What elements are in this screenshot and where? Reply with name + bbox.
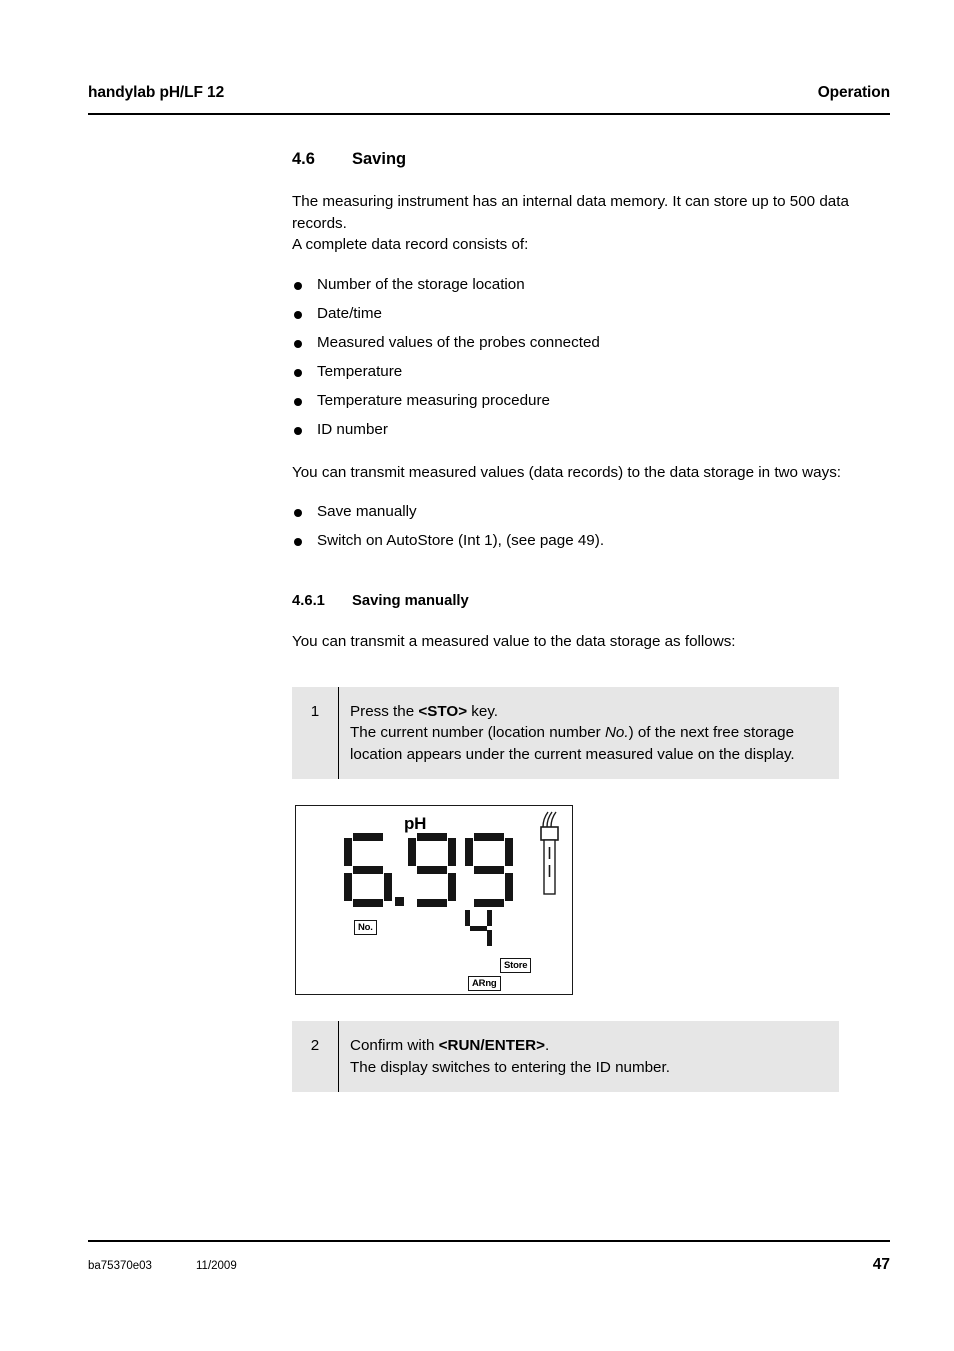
section-intro-paragraph: The measuring instrument has an internal… xyxy=(292,193,849,253)
list-item: Temperature xyxy=(292,361,892,383)
list-item: Save manually xyxy=(292,501,892,523)
section-number: 4.6 xyxy=(292,150,315,168)
lcd-digit-small xyxy=(465,907,492,949)
page-footer: ba75370e03 11/2009 47 xyxy=(88,1256,890,1274)
lcd-badge-arng: ARng xyxy=(468,976,501,991)
header-title-right: Operation xyxy=(817,84,890,101)
page-number: 47 xyxy=(872,1256,890,1273)
step1-line1-post: key. xyxy=(467,702,499,720)
lcd-badge-store: Store xyxy=(500,958,532,973)
list-item: Switch on AutoStore (Int 1), (see page 4… xyxy=(292,530,892,552)
list-item: Number of the storage location xyxy=(292,274,892,296)
step1-key-sto: <STO> xyxy=(418,702,468,720)
step-number: 2 xyxy=(310,1037,320,1054)
section-heading: 4.6 Saving xyxy=(292,150,892,169)
section-title: Saving xyxy=(352,150,407,168)
lcd-decimal-point xyxy=(395,897,404,906)
subsection-number: 4.6.1 xyxy=(292,593,325,609)
header-title-left: handylab pH/LF 12 xyxy=(88,84,225,101)
document-id: ba75370e03 xyxy=(88,1260,152,1272)
ph-electrode-icon xyxy=(534,811,568,904)
footer-divider xyxy=(88,1240,890,1242)
list-item: Date/time xyxy=(292,303,892,325)
lcd-digit xyxy=(344,833,392,907)
lcd-display-figure: pH No. Store ARng xyxy=(295,805,573,995)
subsection-title: Saving manually xyxy=(352,593,469,609)
step2-line2: The display switches to entering the ID … xyxy=(350,1058,670,1076)
list-item: ID number xyxy=(292,419,892,441)
step1-no-italic: No. xyxy=(604,724,629,741)
lcd-digit xyxy=(408,833,456,907)
step1-line2-pre: The current number (location number xyxy=(350,724,605,741)
header-divider xyxy=(88,113,890,115)
lcd-unit-label: pH xyxy=(404,814,427,833)
document-page: handylab pH/LF 12 Operation 4.6 Saving T… xyxy=(0,0,954,1351)
subsection-intro-paragraph: You can transmit a measured value to the… xyxy=(292,633,736,650)
page-header: handylab pH/LF 12 Operation xyxy=(88,84,890,102)
step2-line1-post: . xyxy=(544,1037,550,1054)
transmit-paragraph: You can transmit measured values (data r… xyxy=(292,463,842,481)
lcd-measured-value xyxy=(344,833,522,907)
step-row-2: 2 Confirm with <RUN/ENTER>. The display … xyxy=(292,1021,839,1092)
document-date: 11/2009 xyxy=(196,1260,237,1272)
step-text: Press the <STO> key. The current number … xyxy=(338,686,839,779)
step-row-1: 1 Press the <STO> key. The current numbe… xyxy=(292,686,839,779)
page-content: 4.6 Saving The measuring instrument has … xyxy=(292,150,892,1092)
lcd-location-number xyxy=(465,907,492,954)
lcd-digit xyxy=(465,833,513,907)
lcd-badge-no: No. xyxy=(354,920,377,935)
step-number: 1 xyxy=(310,702,320,720)
step2-key-run-enter: <RUN/ENTER> xyxy=(438,1037,545,1054)
step-text: Confirm with <RUN/ENTER>. The display sw… xyxy=(338,1021,839,1092)
step2-line1-pre: Confirm with xyxy=(350,1037,439,1054)
list-item: Measured values of the probes connected xyxy=(292,332,892,354)
record-contents-list: Number of the storage location Date/time… xyxy=(292,274,892,441)
step1-line1-pre: Press the xyxy=(350,702,419,720)
subsection-heading: 4.6.1 Saving manually xyxy=(292,593,892,609)
list-item: Temperature measuring procedure xyxy=(292,390,892,412)
transmit-ways-list: Save manually Switch on AutoStore (Int 1… xyxy=(292,501,892,552)
